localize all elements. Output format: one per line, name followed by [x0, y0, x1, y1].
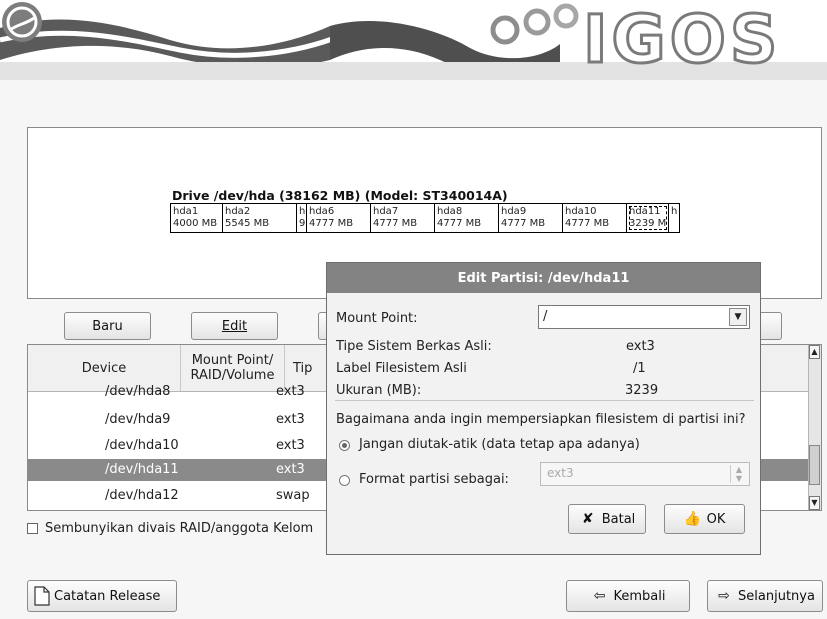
column-header-mount-point[interactable]: Mount Point/ RAID/Volume [181, 345, 285, 391]
release-notes-button[interactable]: Catatan Release [27, 580, 177, 612]
dialog-title: Edit Partisi: /dev/hda11 [327, 263, 760, 293]
partition-segment[interactable]: hda6 4777 MB [307, 204, 371, 232]
hide-raid-checkbox[interactable] [27, 522, 38, 534]
cancel-label: Batal [601, 511, 636, 527]
edit-partition-button[interactable]: Edit [191, 312, 278, 340]
ok-button[interactable]: 👍 OK [664, 504, 745, 534]
ok-label: OK [706, 511, 726, 527]
mount-point-value[interactable]: / [543, 309, 547, 324]
hide-raid-option[interactable]: Sembunyikan divais RAID/anggota Kelom [27, 519, 313, 537]
release-notes-label: Catatan Release [54, 588, 161, 604]
igos-emblem-icon [2, 2, 42, 42]
device-cell: /dev/hda11 [105, 462, 179, 477]
dialog-separator [335, 400, 754, 401]
scroll-up-arrow-icon[interactable]: ▲ [809, 345, 820, 359]
format-radio[interactable] [339, 475, 350, 486]
device-cell: /dev/hda12 [105, 488, 179, 503]
fs-type-label: Tipe Sistem Berkas Asli: [336, 339, 492, 354]
new-partition-button[interactable]: Baru [64, 312, 151, 340]
edit-button-label: Edit [221, 318, 248, 334]
drive-title: Drive /dev/hda (38162 MB) (Model: ST3400… [172, 188, 508, 203]
partition-segment[interactable]: hda1 4000 MB [171, 204, 223, 232]
partition-segment[interactable]: h9 [297, 204, 307, 232]
keep-data-radio[interactable] [339, 440, 350, 451]
size-label: Ukuran (MB): [336, 383, 422, 398]
format-type-combo[interactable]: ext3 ▲ ▼ [540, 462, 750, 486]
partition-segment[interactable]: hda8 4777 MB [435, 204, 499, 232]
dropdown-arrow-icon[interactable]: ▼ [729, 308, 747, 326]
type-cell: swap [276, 488, 310, 503]
table-vertical-scrollbar[interactable]: ▲ ▼ [808, 345, 821, 510]
header-banner: IGOS [0, 0, 827, 80]
prepare-question: Bagaimana anda ingin mempersiapkan files… [336, 412, 746, 427]
document-icon [34, 586, 50, 606]
hide-raid-label: Sembunyikan divais RAID/anggota Kelom [45, 520, 314, 536]
scroll-thumb[interactable] [809, 445, 820, 485]
size-value: 3239 [625, 383, 659, 398]
arrow-left-icon: ⇦ [593, 588, 606, 604]
format-label[interactable]: Format partisi sebagai: [359, 472, 509, 487]
type-cell: ext3 [276, 462, 305, 477]
fs-type-value: ext3 [626, 339, 655, 354]
cancel-button[interactable]: ✘ Batal [568, 504, 646, 534]
edit-partition-dialog: Edit Partisi: /dev/hda11 Mount Point: / … [326, 262, 761, 555]
scroll-down-arrow-icon[interactable]: ▼ [809, 496, 820, 510]
device-cell: /dev/hda10 [105, 438, 179, 453]
partition-segment[interactable]: hda7 4777 MB [371, 204, 435, 232]
partition-bar: hda1 4000 MB hda2 5545 MB h9 hda6 4777 MB h… [170, 203, 680, 233]
partition-segment[interactable]: hda2 5545 MB [223, 204, 297, 232]
radio-selected-dot [342, 443, 347, 448]
spin-arrows-icon: ▲ ▼ [730, 465, 747, 483]
partition-segment[interactable]: h [669, 204, 679, 232]
back-label: Kembali [613, 588, 666, 604]
fs-label-label: Label Filesistem Asli [336, 361, 467, 376]
device-cell: /dev/hda8 [105, 384, 171, 399]
partition-segment[interactable]: hda9 4777 MB [499, 204, 563, 232]
fs-label-value: /1 [633, 361, 646, 376]
partition-segment[interactable]: hda10 4777 MB [563, 204, 627, 232]
back-button[interactable]: ⇦ Kembali [566, 580, 690, 612]
type-cell: ext3 [276, 412, 305, 427]
next-label: Selanjutnya [738, 588, 815, 604]
arrow-right-icon: ⇨ [718, 588, 730, 604]
partition-segment-selected[interactable]: hda11 3239 M [627, 204, 669, 232]
keep-data-label[interactable]: Jangan diutak-atik (data tetap apa adany… [359, 437, 640, 452]
mount-point-combo[interactable]: / ▼ [538, 305, 750, 329]
format-type-value: ext3 [547, 466, 574, 480]
next-button[interactable]: ⇨ Selanjutnya [707, 580, 823, 612]
thumbs-up-icon: 👍 [683, 511, 702, 527]
device-cell: /dev/hda9 [105, 412, 171, 427]
igos-logo-text: IGOS [581, 1, 782, 78]
mount-point-label: Mount Point: [336, 311, 418, 326]
cancel-x-icon: ✘ [581, 511, 594, 527]
type-cell: ext3 [276, 438, 305, 453]
type-cell: ext3 [276, 384, 305, 399]
